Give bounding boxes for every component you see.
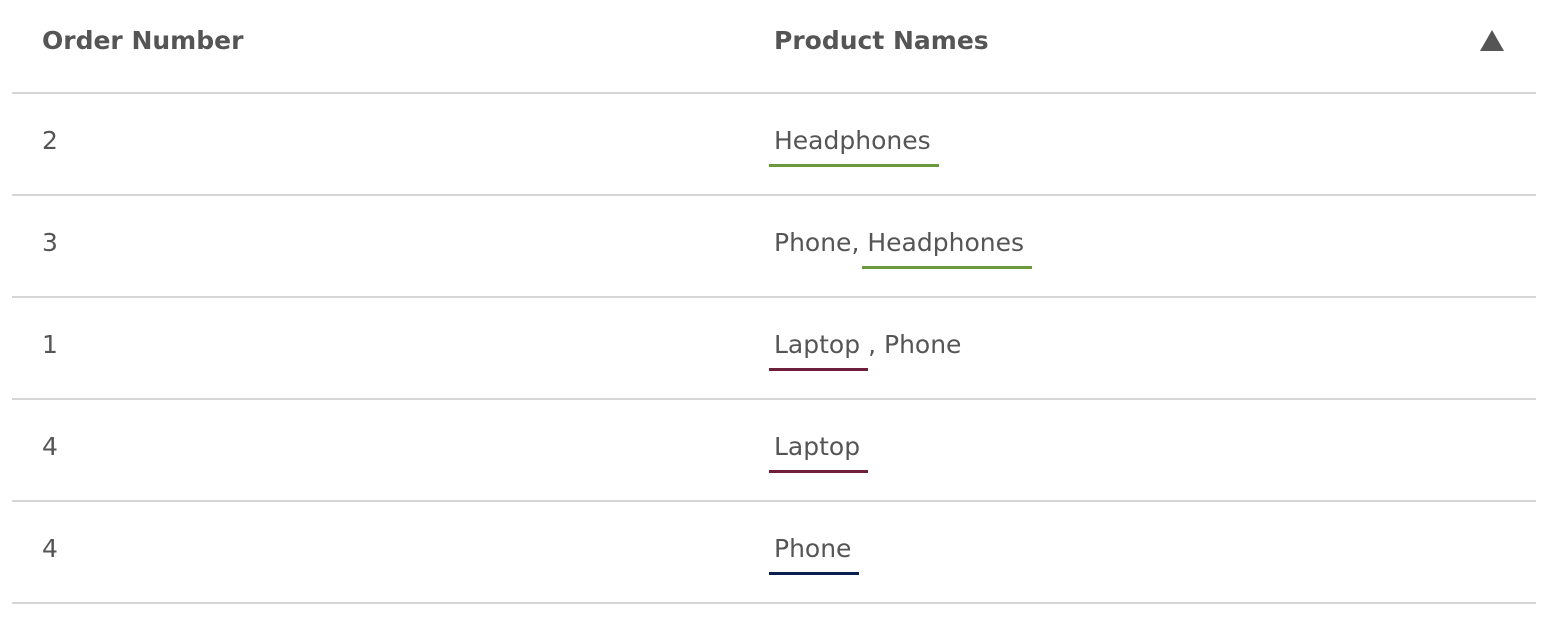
order-number-cell: 4 [42, 534, 58, 563]
product-names-cell: Phone [769, 534, 860, 575]
table-header: Order Number Product Names [12, 0, 1536, 94]
product-names-cell: Phone, Headphones [774, 228, 1032, 269]
table-row[interactable]: 4 Laptop [12, 400, 1536, 502]
table-row[interactable]: 2 Headphones [12, 94, 1536, 196]
highlighted-product: Laptop [769, 330, 869, 371]
column-header-order-number[interactable]: Order Number [42, 26, 243, 55]
product: Phone [774, 228, 852, 257]
column-header-product-names[interactable]: Product Names [774, 26, 989, 55]
table-row[interactable]: 1 Laptop, Phone [12, 298, 1536, 400]
order-number-cell: 2 [42, 126, 58, 155]
highlighted-product: Headphones [862, 228, 1032, 269]
product: Phone [884, 330, 962, 359]
product-names-cell: Laptop [769, 432, 869, 473]
separator: , [868, 330, 884, 359]
highlighted-product: Phone [769, 534, 860, 575]
table-row[interactable]: 4 Phone [12, 502, 1536, 604]
order-number-cell: 1 [42, 330, 58, 359]
order-number-cell: 3 [42, 228, 58, 257]
orders-table: Order Number Product Names 2 Headphones 3 P… [12, 0, 1536, 604]
order-number-cell: 4 [42, 432, 58, 461]
product-names-cell: Headphones [769, 126, 939, 167]
sort-ascending-icon[interactable] [1480, 30, 1504, 51]
highlighted-product: Laptop [769, 432, 869, 473]
highlighted-product: Headphones [769, 126, 939, 167]
table-row[interactable]: 3 Phone, Headphones [12, 196, 1536, 298]
product-names-cell: Laptop, Phone [769, 330, 962, 371]
